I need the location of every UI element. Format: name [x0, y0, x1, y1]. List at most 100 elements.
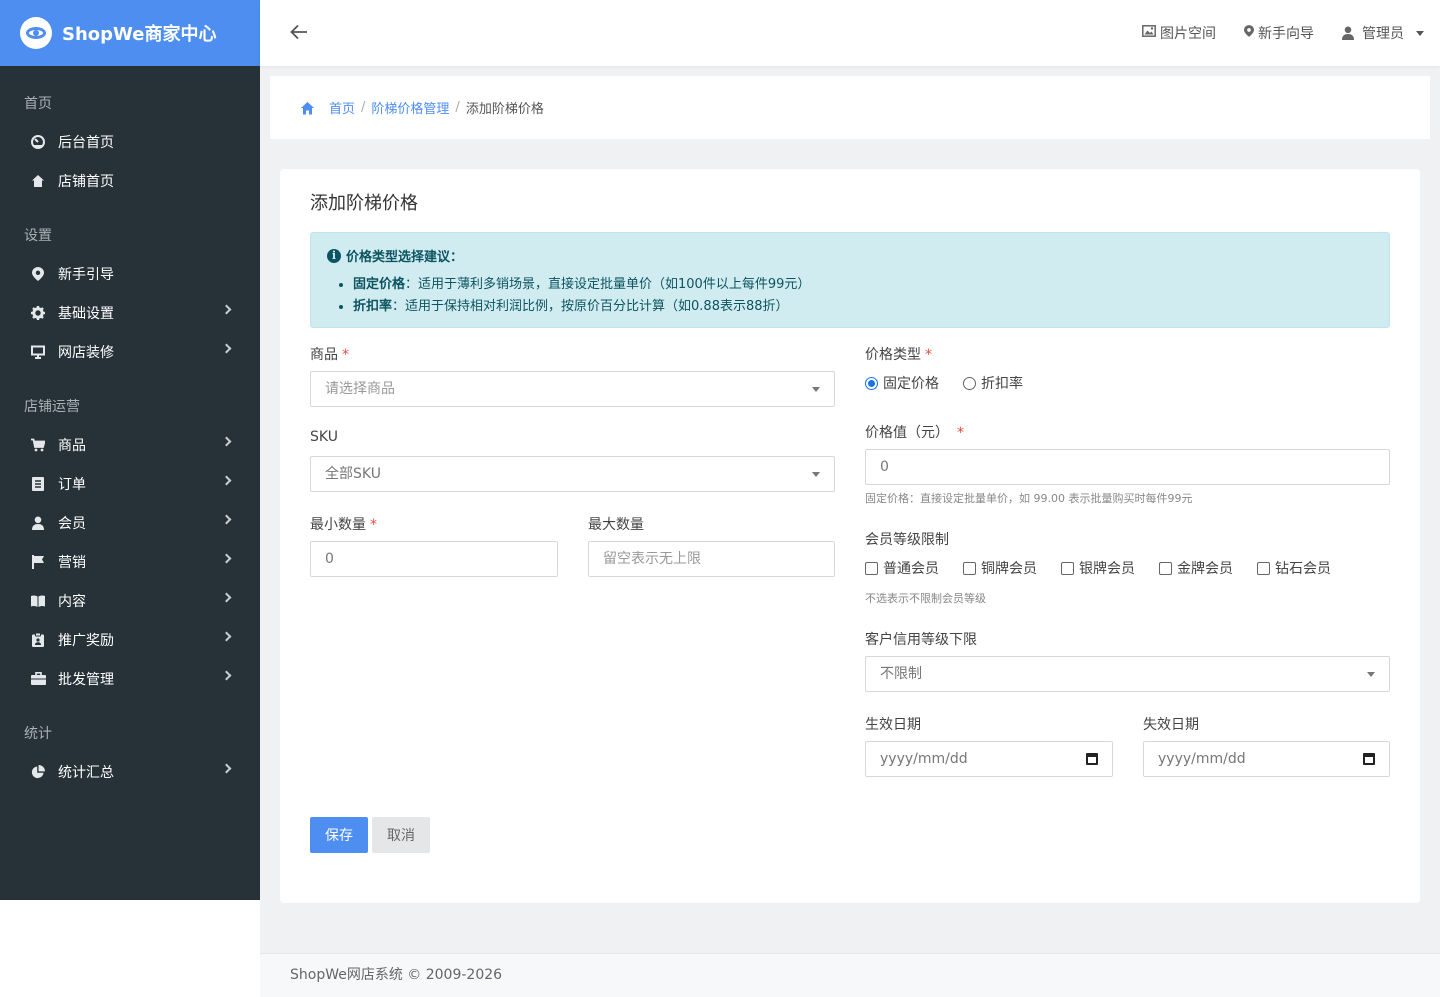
- credit-level-select[interactable]: 不限制: [865, 656, 1390, 692]
- checkbox-member-level[interactable]: 铜牌会员: [963, 558, 1037, 578]
- end-date-placeholder: yyyy/mm/dd: [1158, 751, 1246, 767]
- sidebar-item-basic-settings[interactable]: 基础设置: [0, 293, 260, 332]
- min-qty-value: 0: [325, 551, 334, 567]
- sidebar-item-dashboard[interactable]: 后台首页: [0, 122, 260, 161]
- end-date-input[interactable]: yyyy/mm/dd: [1143, 741, 1390, 777]
- radio-checked-icon: [865, 376, 878, 390]
- sidebar-item-promotion-rewards[interactable]: 推广奖励: [0, 620, 260, 659]
- sku-select[interactable]: 全部SKU: [310, 456, 835, 492]
- member-levels-checkbox-group: 普通会员 铜牌会员 银牌会员 金牌会员 钻石会员: [865, 558, 1355, 578]
- sidebar-item-label: 网店装修: [58, 344, 114, 361]
- chevron-right-icon: [221, 631, 232, 642]
- nav-section-title: 首页: [24, 96, 52, 112]
- user-icon: [1342, 26, 1354, 40]
- sidebar-item-label: 批发管理: [58, 671, 114, 688]
- start-date-label-text: 生效日期: [865, 717, 921, 733]
- brand-header[interactable]: ShopWe商家中心: [0, 0, 260, 66]
- sidebar-item-label: 订单: [58, 476, 86, 493]
- sidebar-item-marketing[interactable]: 营销: [0, 542, 260, 581]
- start-date-placeholder: yyyy/mm/dd: [880, 751, 968, 767]
- sku-label-text: SKU: [310, 429, 338, 445]
- checkbox-icon: [1061, 561, 1074, 575]
- member-levels-label: 会员等级限制: [865, 529, 949, 549]
- sku-select-value: 全部SKU: [325, 466, 381, 482]
- sidebar-item-content[interactable]: 内容: [0, 581, 260, 620]
- sidebar-item-guide[interactable]: 新手引导: [0, 254, 260, 293]
- topbar-user-menu[interactable]: 管理员: [1342, 23, 1424, 43]
- checkbox-member-level[interactable]: 钻石会员: [1257, 558, 1331, 578]
- book-icon: [30, 593, 46, 609]
- max-qty-placeholder: 留空表示无上限: [603, 551, 701, 567]
- sidebar-item-statistics[interactable]: 统计汇总: [0, 752, 260, 791]
- credit-level-value: 不限制: [880, 666, 922, 682]
- price-value-label-text: 价格值（元）: [865, 425, 949, 441]
- dashboard-icon: [30, 134, 46, 150]
- sidebar-item-orders[interactable]: 订单: [0, 464, 260, 503]
- breadcrumb-parent-link[interactable]: 阶梯价格管理: [371, 98, 449, 117]
- sidebar-item-shop-home[interactable]: 店铺首页: [0, 161, 260, 200]
- start-date-input[interactable]: yyyy/mm/dd: [865, 741, 1113, 777]
- chevron-right-icon: [221, 304, 232, 315]
- max-qty-label-text: 最大数量: [588, 517, 644, 533]
- min-qty-label: 最小数量 *: [310, 514, 377, 534]
- cancel-button[interactable]: 取消: [372, 817, 430, 853]
- min-qty-input[interactable]: 0: [310, 541, 558, 577]
- topbar-links: 图片空间 新手向导 管理员: [1142, 0, 1424, 66]
- checkbox-member-level[interactable]: 金牌会员: [1159, 558, 1233, 578]
- sidebar-item-label: 内容: [58, 593, 86, 610]
- chevron-right-icon: [221, 475, 232, 486]
- credit-level-label: 客户信用等级下限: [865, 629, 977, 649]
- price-value-input[interactable]: 0: [865, 449, 1390, 485]
- nav-section-title: 店铺运营: [24, 399, 80, 415]
- radio-fixed-price[interactable]: 固定价格: [865, 373, 939, 393]
- breadcrumb-home-link[interactable]: 首页: [329, 98, 355, 117]
- checkbox-label: 金牌会员: [1177, 561, 1233, 577]
- checkbox-icon: [963, 561, 976, 575]
- calendar-icon[interactable]: [1363, 753, 1375, 765]
- chevron-right-icon: [221, 343, 232, 354]
- breadcrumb-separator: /: [361, 100, 366, 115]
- max-qty-input[interactable]: 留空表示无上限: [588, 541, 835, 577]
- info-icon: i: [327, 248, 341, 263]
- brand-logo-icon: [20, 17, 52, 49]
- footer: ShopWe网店系统 © 2009-2026: [260, 953, 1440, 997]
- product-select-placeholder: 请选择商品: [325, 381, 395, 397]
- product-label-text: 商品: [310, 347, 338, 363]
- member-levels-label-text: 会员等级限制: [865, 532, 949, 548]
- home-icon: [30, 173, 46, 189]
- sidebar-item-shop-decoration[interactable]: 网店装修: [0, 332, 260, 371]
- credit-level-label-text: 客户信用等级下限: [865, 632, 977, 648]
- topbar-image-space-link[interactable]: 图片空间: [1142, 23, 1216, 43]
- checkbox-member-level[interactable]: 银牌会员: [1061, 558, 1135, 578]
- checkbox-icon: [865, 561, 878, 575]
- sidebar-item-label: 商品: [58, 437, 86, 454]
- checkbox-member-level[interactable]: 普通会员: [865, 558, 939, 578]
- sidebar-item-wholesale[interactable]: 批发管理: [0, 659, 260, 698]
- breadcrumb-separator: /: [455, 100, 460, 115]
- sidebar-item-label: 后台首页: [58, 134, 114, 151]
- radio-unchecked-icon: [963, 376, 976, 390]
- price-value-value: 0: [880, 459, 889, 475]
- cart-icon: [30, 437, 46, 453]
- sku-label: SKU: [310, 429, 338, 445]
- home-icon[interactable]: [300, 101, 315, 115]
- breadcrumb-current: 添加阶梯价格: [465, 102, 544, 117]
- sidebar-item-members[interactable]: 会员: [0, 503, 260, 542]
- checkbox-label: 钻石会员: [1275, 561, 1331, 577]
- required-mark: *: [957, 425, 964, 441]
- calendar-icon[interactable]: [1086, 753, 1098, 765]
- price-type-tips-alert: i 价格类型选择建议： 固定价格：适用于薄利多销场景，直接设定批量单价（如100…: [310, 232, 1390, 328]
- checkbox-label: 普通会员: [883, 561, 939, 577]
- chevron-right-icon: [221, 436, 232, 447]
- caret-down-icon: [1416, 30, 1424, 36]
- sidebar-item-products[interactable]: 商品: [0, 425, 260, 464]
- radio-discount-rate[interactable]: 折扣率: [963, 373, 1023, 393]
- save-button[interactable]: 保存: [310, 817, 368, 853]
- topbar-guide-link[interactable]: 新手向导: [1244, 23, 1314, 43]
- brand-title: ShopWe商家中心: [62, 24, 217, 45]
- list-icon: [30, 476, 46, 492]
- caret-down-icon: [1367, 672, 1375, 677]
- back-arrow-icon[interactable]: [290, 24, 308, 44]
- alert-list: 固定价格：适用于薄利多销场景，直接设定批量单价（如100件以上每件99元） 折扣…: [327, 274, 1373, 318]
- product-select[interactable]: 请选择商品: [310, 371, 835, 407]
